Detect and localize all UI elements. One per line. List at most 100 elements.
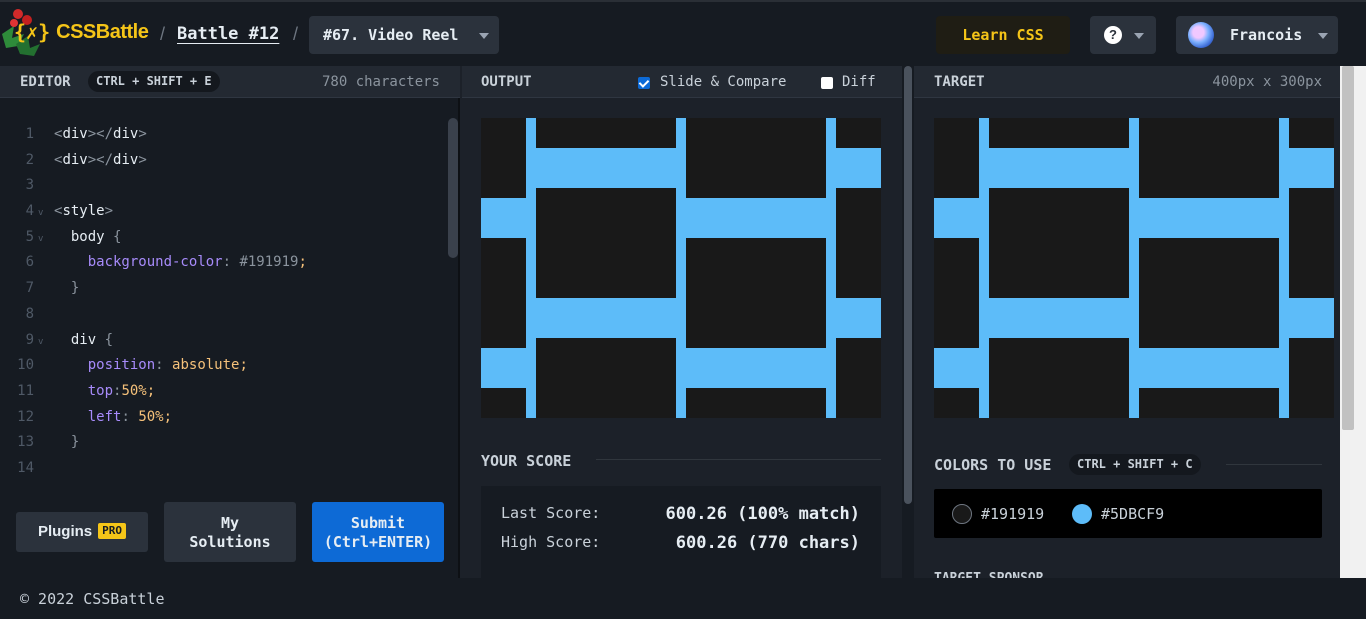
divider (1226, 464, 1322, 465)
submit-button[interactable]: Submit (Ctrl+ENTER) (312, 502, 444, 562)
line-number: 4 (25, 203, 34, 220)
high-score-value: 600.26 (770 chars) (675, 533, 860, 553)
line-number: 7 (25, 280, 34, 297)
target-panel: COLORS TO USE CTRL + SHIFT + C #191919 #… (914, 98, 1340, 578)
colors-title: COLORS TO USE (934, 456, 1052, 474)
user-name: Francois (1230, 26, 1303, 44)
target-header: TARGET 400px x 300px (914, 66, 1340, 98)
submit-label-line2: (Ctrl+ENTER) (323, 533, 433, 551)
my-solutions-button[interactable]: My Solutions (164, 502, 296, 562)
chevron-down-icon (1134, 33, 1144, 39)
fold-chevron-icon[interactable]: v (38, 330, 43, 356)
learn-css-button[interactable]: Learn CSS (936, 16, 1070, 54)
pro-badge: PRO (98, 523, 127, 539)
challenge-select-value: #67. Video Reel (323, 26, 459, 44)
line-number: 3 (25, 177, 34, 194)
output-canvas[interactable] (481, 118, 881, 418)
code-text: background-color: #191919; (87, 254, 307, 271)
page-scrollbar-thumb[interactable] (1342, 66, 1354, 430)
code-line[interactable]: 11 top:50%; (0, 379, 448, 405)
line-number: 6 (25, 254, 34, 271)
output-header: OUTPUT Slide & Compare Diff (462, 66, 902, 98)
last-score-value: 600.26 (100% match) (665, 504, 860, 524)
score-box: Last Score: 600.26 (100% match) High Sco… (481, 486, 881, 578)
editor-scrollbar[interactable] (448, 118, 458, 258)
fold-chevron-icon[interactable]: v (38, 201, 43, 227)
slide-compare-checkbox[interactable] (638, 77, 650, 89)
code-line[interactable]: 14 (0, 456, 448, 482)
user-menu-button[interactable]: Francois (1176, 16, 1338, 54)
copyright: © 2022 CSSBattle (20, 590, 165, 608)
slide-compare-label[interactable]: Slide & Compare (660, 74, 786, 90)
line-number: 12 (17, 408, 34, 425)
solutions-label-line1: My (220, 514, 240, 532)
logo-mark-icon: {✗} (14, 20, 51, 44)
code-line[interactable]: 9v div { (0, 328, 448, 354)
colors-list: #191919 #5DBCF9 (934, 489, 1322, 538)
code-editor[interactable]: 1 <div></div> 2 <div></div> 3 4 v <style> 5 v bod… (0, 98, 460, 578)
breadcrumb-separator: / (160, 24, 166, 44)
line-number: 8 (25, 305, 34, 322)
plugins-button[interactable]: Plugins PRO (16, 512, 148, 552)
code-line[interactable]: 6 background-color: #191919; (0, 250, 448, 276)
code-line[interactable]: 7 } (0, 276, 448, 302)
color-hex-label[interactable]: #5DBCF9 (1101, 505, 1164, 523)
code-line[interactable]: 4 v <style> (0, 199, 448, 225)
line-number: 1 (25, 126, 34, 142)
color-swatch[interactable] (1072, 504, 1092, 524)
code-area[interactable]: 1 <div></div> 2 <div></div> 3 4 v <style> 5 v bod… (0, 122, 448, 482)
code-line[interactable]: 1 <div></div> (0, 122, 448, 148)
code-line[interactable]: 12 left: 50%; (0, 405, 448, 431)
target-size: 400px x 300px (1212, 74, 1322, 90)
solutions-label-line2: Solutions (189, 533, 271, 551)
chevron-down-icon (479, 33, 489, 39)
diff-checkbox[interactable] (821, 77, 833, 89)
code-line[interactable]: 5v body { (0, 225, 448, 251)
code-text: <div></div> (54, 126, 147, 142)
line-number: 13 (17, 434, 34, 451)
breadcrumb-separator: / (293, 24, 299, 44)
battle-link[interactable]: Battle #12 (177, 24, 279, 44)
char-count: 780 characters (321, 74, 440, 90)
line-number: 14 (17, 459, 34, 476)
target-image (934, 118, 1334, 418)
output-panel: YOUR SCORE Last Score: 600.26 (100% matc… (462, 98, 902, 578)
color-swatch[interactable] (952, 504, 972, 524)
code-text: body { (70, 228, 122, 245)
code-line[interactable]: 10 position: absolute; (0, 353, 448, 379)
code-line[interactable]: 3 (0, 173, 448, 199)
diff-label[interactable]: Diff (842, 74, 876, 90)
editor-header: EDITOR CTRL + SHIFT + E 780 characters (0, 66, 460, 98)
code-line[interactable]: 2 <div></div> (0, 148, 448, 174)
chevron-down-icon (1318, 33, 1328, 39)
editor-title: EDITOR (20, 74, 71, 90)
logo-text: CSSBattle (56, 20, 149, 43)
high-score-label: High Score: (501, 533, 601, 551)
help-menu-button[interactable]: ? (1090, 16, 1156, 54)
line-number: 10 (17, 357, 34, 374)
line-number: 5 (25, 228, 34, 245)
plugins-label: Plugins (37, 523, 93, 540)
submit-label-line1: Submit (350, 514, 406, 532)
line-number: 9 (25, 331, 34, 348)
code-text: } (70, 280, 80, 297)
code-line[interactable]: 8 (0, 302, 448, 328)
code-line[interactable]: 13 } (0, 430, 448, 456)
challenge-select[interactable]: #67. Video Reel (309, 16, 499, 54)
logo[interactable]: {✗} CSSBattle (14, 20, 149, 44)
code-text: div { (70, 331, 114, 348)
code-text: position: absolute; (87, 357, 248, 374)
fold-chevron-icon[interactable]: v (38, 227, 43, 253)
target-canvas (934, 118, 1334, 418)
top-bar: {✗} CSSBattle / Battle #12 / #67. Video … (0, 0, 1366, 66)
colors-shortcut-badge: CTRL + SHIFT + C (1069, 454, 1201, 475)
color-hex-label[interactable]: #191919 (981, 505, 1044, 523)
output-render (481, 118, 881, 418)
footer: © 2022 CSSBattle (0, 578, 1366, 619)
output-scrollbar-thumb[interactable] (904, 66, 912, 504)
line-number: 2 (25, 151, 34, 168)
output-scrollbar[interactable] (902, 66, 914, 578)
code-text: top:50%; (87, 382, 156, 399)
code-text: } (70, 434, 80, 451)
last-score-label: Last Score: (501, 504, 601, 522)
